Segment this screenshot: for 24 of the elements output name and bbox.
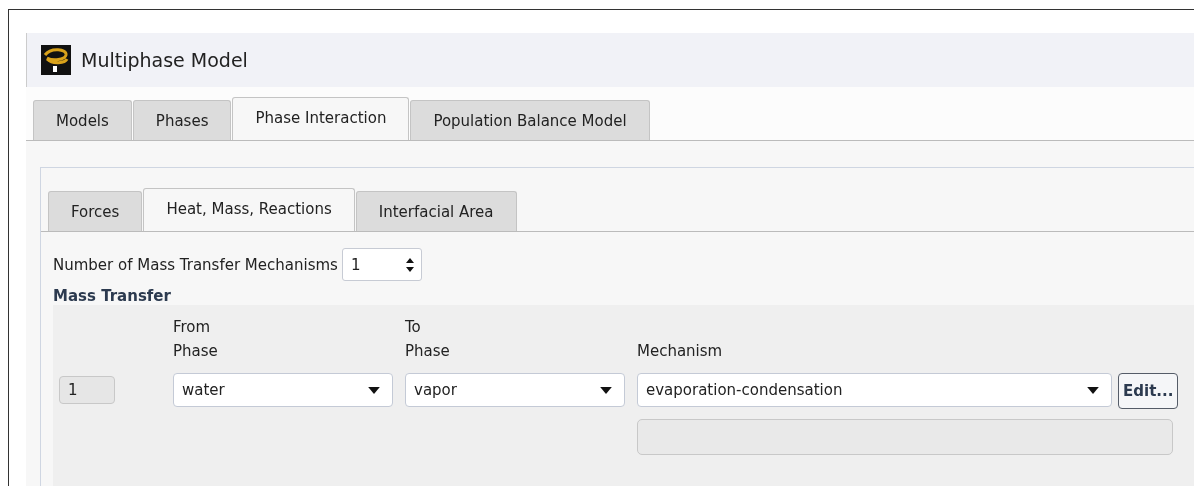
column-header: Mechanism <box>637 341 724 362</box>
column-header: From Phase <box>173 317 219 362</box>
column-header: To Phase <box>405 317 451 362</box>
tab[interactable]: Forces <box>48 191 143 231</box>
row-number: 1 <box>59 376 115 404</box>
tab[interactable]: Heat, Mass, Reactions <box>143 188 355 231</box>
window-title: Multiphase Model <box>81 49 248 71</box>
tab[interactable]: Models <box>33 100 132 140</box>
caret-icon <box>600 386 612 394</box>
app-logo-icon <box>41 45 71 75</box>
number-spinner[interactable]: 1 <box>341 248 422 281</box>
tab[interactable]: Phases <box>132 100 232 140</box>
caret-icon <box>368 386 380 394</box>
section-title: Mass Transfer <box>53 287 172 305</box>
field-label: Number of Mass Transfer Mechanisms <box>53 255 338 274</box>
tab[interactable]: Phase Interaction <box>232 97 410 140</box>
dropdown[interactable]: water <box>173 373 393 407</box>
caret-icon <box>1087 386 1099 394</box>
tab[interactable]: Interfacial Area <box>355 191 517 231</box>
edit-button[interactable]: Edit... <box>1118 373 1179 409</box>
dropdown[interactable]: evaporation-condensation <box>637 373 1112 407</box>
spinner-arrows-icon[interactable] <box>404 256 415 273</box>
dropdown[interactable]: vapor <box>405 373 625 407</box>
tab[interactable]: Population Balance Model <box>410 100 650 140</box>
